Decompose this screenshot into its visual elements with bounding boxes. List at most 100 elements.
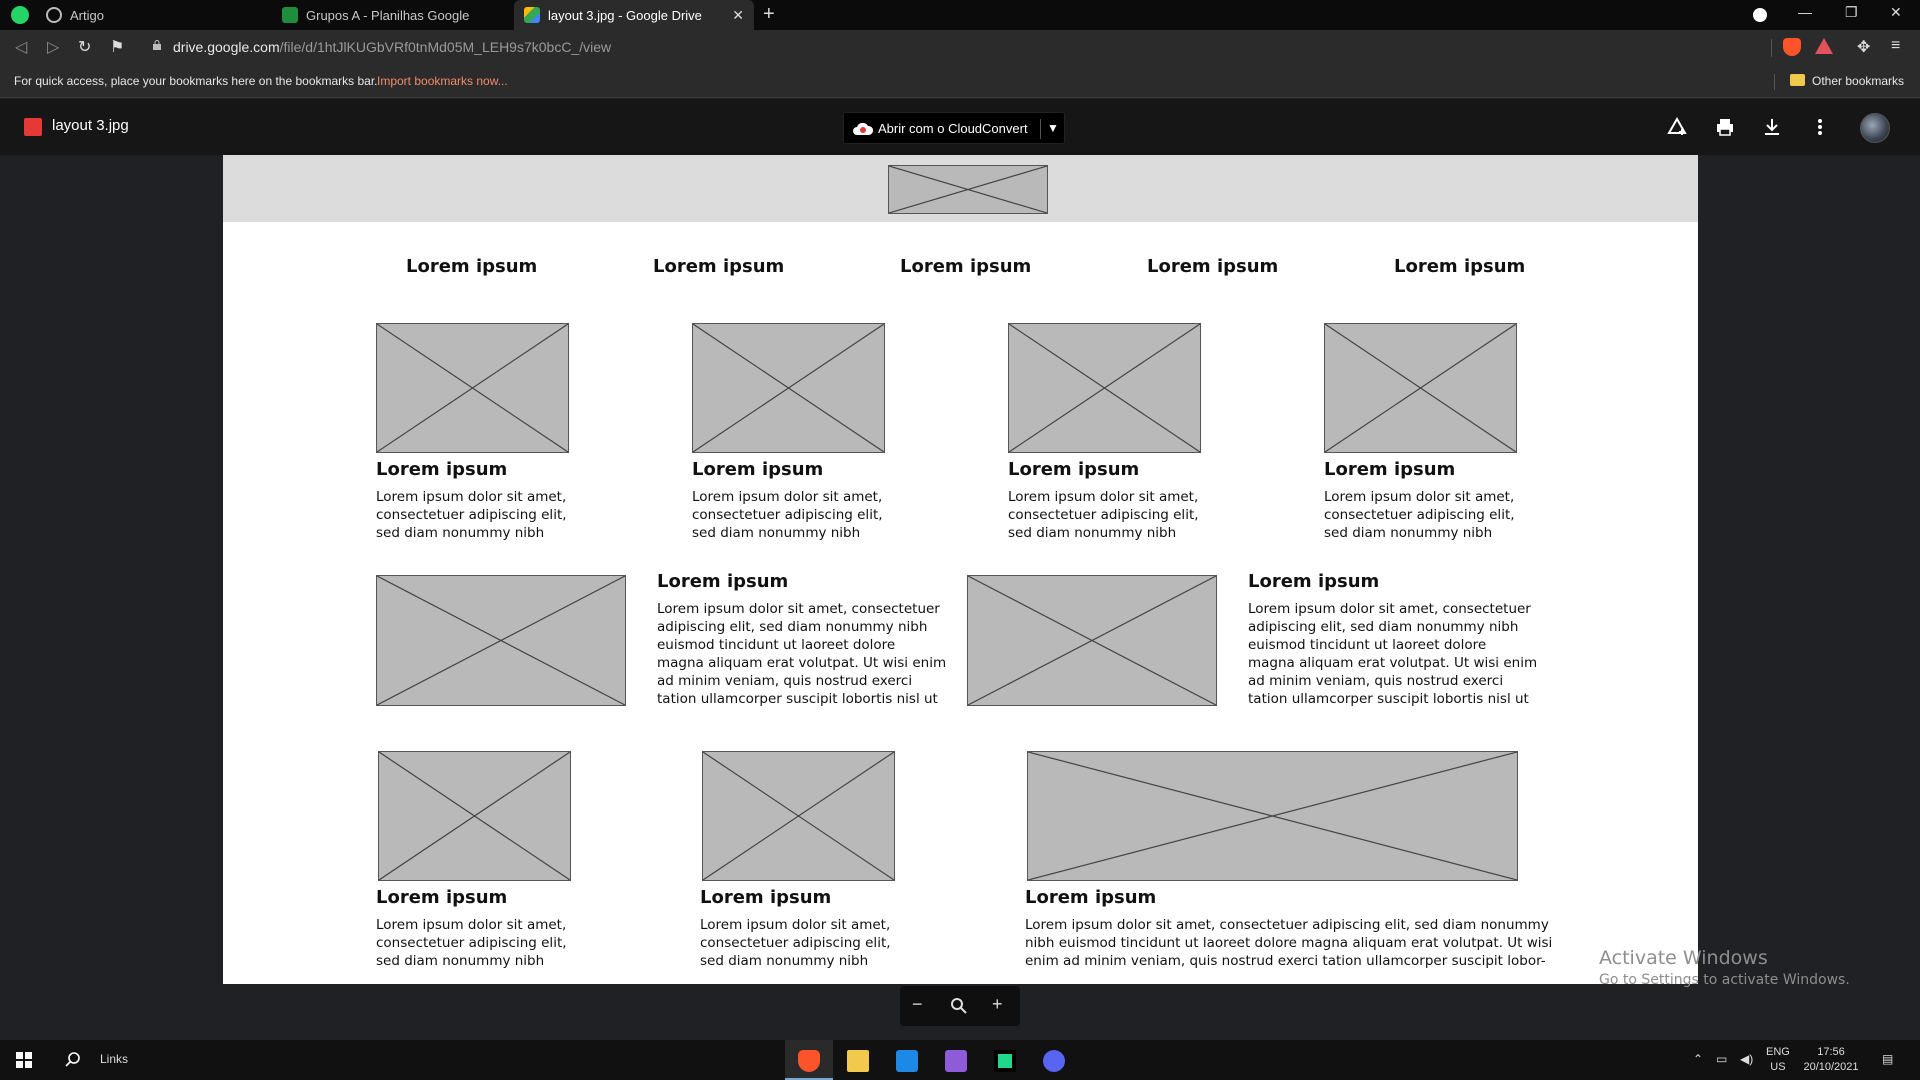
more-options-icon[interactable] — [1808, 115, 1832, 139]
image-placeholder — [692, 323, 885, 453]
image-file-icon — [24, 118, 42, 136]
minimize-icon[interactable]: — — [1798, 4, 1812, 20]
show-hidden-icons[interactable]: ⌃ — [1693, 1052, 1703, 1066]
language-indicator[interactable]: ENG US — [1766, 1045, 1790, 1075]
whatsapp-icon[interactable] — [11, 6, 29, 24]
text-line: nibh euismod tincidunt ut laoreet dolore… — [1025, 935, 1553, 951]
card-text: Lorem ipsum dolor sit amet, consectetuer… — [1248, 600, 1537, 708]
address-bar[interactable]: drive.google.com/file/d/1htJlKUGbVRf0tnM… — [173, 39, 611, 55]
text-line: Lorem ipsum dolor sit amet, — [376, 489, 567, 505]
brave-shield-icon[interactable] — [1783, 38, 1801, 56]
tab-planilhas[interactable]: Grupos A - Planilhas Google — [272, 0, 512, 30]
open-with-button[interactable]: Abrir com o CloudConvert ▼ — [843, 112, 1065, 144]
restore-icon[interactable]: ❐ — [1845, 4, 1858, 21]
nav-item: Lorem ipsum — [653, 256, 785, 277]
url-path: /file/d/1htJlKUGbVRf0tnMd05M_LEH9s7k0bcC… — [279, 39, 612, 55]
placeholder-cross — [377, 324, 568, 452]
nav-item: Lorem ipsum — [1394, 256, 1526, 277]
zoom-icon[interactable] — [950, 997, 968, 1015]
text-line: consectetuer adipiscing elit, — [692, 507, 883, 523]
text-line: consectetuer adipiscing elit, — [1008, 507, 1199, 523]
brave-rewards-icon[interactable] — [1815, 38, 1833, 54]
back-icon[interactable]: ◁ — [15, 37, 27, 57]
keyboard-layout: US — [1770, 1061, 1786, 1073]
text-line: Lorem ipsum dolor sit amet, — [692, 489, 883, 505]
volume-icon[interactable]: ◀) — [1740, 1052, 1753, 1066]
new-tab-icon[interactable]: + — [763, 3, 775, 26]
open-with-divider — [1040, 119, 1041, 139]
brave-browser-icon — [798, 1050, 820, 1072]
google-sheets-icon — [282, 7, 298, 23]
card-title: Lorem ipsum — [1025, 887, 1157, 908]
text-line: sed diam nonummy nibh — [376, 953, 545, 969]
card-title: Lorem ipsum — [376, 459, 508, 480]
network-icon[interactable]: ▭ — [1716, 1052, 1727, 1066]
taskbar-app-pycharm[interactable] — [981, 1040, 1029, 1080]
download-icon[interactable] — [1760, 115, 1784, 139]
text-line: consectetuer adipiscing elit, — [376, 935, 567, 951]
placeholder-cross — [703, 752, 894, 880]
profile-menu-icon[interactable] — [1753, 8, 1767, 22]
text-line: enim ad minim veniam, quis nostrud exerc… — [1025, 953, 1546, 969]
placeholder-cross — [377, 576, 625, 705]
print-icon[interactable] — [1713, 115, 1737, 139]
card-text: Lorem ipsum dolor sit amet, consectetuer… — [657, 600, 946, 708]
text-line: ad minim veniam, quis nostrud exerci — [1248, 673, 1504, 689]
links-toolbar[interactable]: Links — [100, 1052, 128, 1066]
windows-start-icon[interactable] — [16, 1052, 32, 1068]
taskbar-app-discord[interactable] — [1030, 1040, 1078, 1080]
bookmarks-separator — [1774, 74, 1775, 90]
text-line: magna aliquam erat volutpat. Ut wisi eni… — [1248, 655, 1538, 671]
nav-item: Lorem ipsum — [900, 256, 1032, 277]
tab-artigo[interactable]: Artigo — [36, 0, 272, 30]
clock[interactable]: 17:56 20/10/2021 — [1796, 1045, 1866, 1075]
google-drive-icon — [524, 7, 540, 23]
close-tab-icon[interactable]: ✕ — [732, 7, 744, 24]
card-text: Lorem ipsum dolor sit amet, consectetuer… — [1324, 488, 1515, 542]
text-line: consectetuer adipiscing elit, — [700, 935, 891, 951]
avatar[interactable] — [1860, 113, 1890, 143]
bookmark-icon[interactable]: ⚑ — [110, 37, 124, 57]
text-line: magna aliquam erat volutpat. Ut wisi eni… — [657, 655, 947, 671]
chevron-down-icon[interactable]: ▼ — [1047, 121, 1059, 135]
placeholder-cross — [1009, 324, 1200, 452]
zoom-in-button[interactable]: + — [992, 994, 1003, 1015]
text-line: adipiscing elit, sed diam nonummy nibh — [1248, 619, 1519, 635]
taskbar-app-vscode[interactable] — [883, 1040, 931, 1080]
text-line: sed diam nonummy nibh — [376, 525, 545, 541]
tab-google-drive[interactable]: layout 3.jpg - Google Drive ✕ — [514, 0, 754, 30]
tab-title: Grupos A - Planilhas Google — [306, 7, 470, 23]
import-bookmarks-link[interactable]: Import bookmarks now... — [377, 74, 508, 88]
tab-title: layout 3.jpg - Google Drive — [548, 7, 702, 23]
windows-taskbar: Links ⌃ ▭ ◀) ENG US 17:56 20/10/2021 ▤ — [0, 1040, 1920, 1080]
text-line: Lorem ipsum dolor sit amet, — [700, 917, 891, 933]
text-line: Lorem ipsum dolor sit amet, consectetuer… — [1025, 917, 1549, 933]
image-placeholder — [378, 751, 571, 881]
nav-item: Lorem ipsum — [406, 256, 538, 277]
image-placeholder — [967, 575, 1217, 706]
search-icon[interactable] — [64, 1051, 82, 1069]
close-window-icon[interactable]: ✕ — [1890, 4, 1902, 21]
browser-tab-strip: Artigo Grupos A - Planilhas Google layou… — [0, 0, 1920, 30]
menu-icon[interactable]: ≡ — [1891, 37, 1900, 55]
notifications-icon[interactable]: ▤ — [1882, 1052, 1893, 1066]
add-to-drive-icon[interactable] — [1665, 115, 1689, 139]
image-placeholder — [1324, 323, 1517, 453]
text-line: sed diam nonummy nibh — [1008, 525, 1177, 541]
zoom-out-button[interactable]: − — [912, 994, 923, 1015]
card-title: Lorem ipsum — [1008, 459, 1140, 480]
forward-icon[interactable]: ▷ — [47, 37, 59, 57]
text-line: tation ullamcorper suscipit lobortis nis… — [1248, 691, 1529, 707]
lock-icon — [153, 40, 161, 50]
logo-placeholder — [888, 165, 1048, 214]
other-bookmarks[interactable]: Other bookmarks — [1812, 74, 1904, 88]
extensions-icon[interactable]: ✥ — [1857, 37, 1870, 57]
visual-studio-icon — [945, 1050, 967, 1072]
reload-icon[interactable]: ↻ — [78, 37, 91, 57]
drive-viewer-header: layout 3.jpg Abrir com o CloudConvert ▼ — [0, 99, 1920, 155]
taskbar-app-visual-studio[interactable] — [932, 1040, 980, 1080]
bookmarks-bar: For quick access, place your bookmarks h… — [0, 66, 1920, 98]
open-with-label: Abrir com o CloudConvert — [878, 121, 1028, 136]
taskbar-app-explorer[interactable] — [834, 1040, 882, 1080]
taskbar-app-brave[interactable] — [785, 1040, 833, 1080]
